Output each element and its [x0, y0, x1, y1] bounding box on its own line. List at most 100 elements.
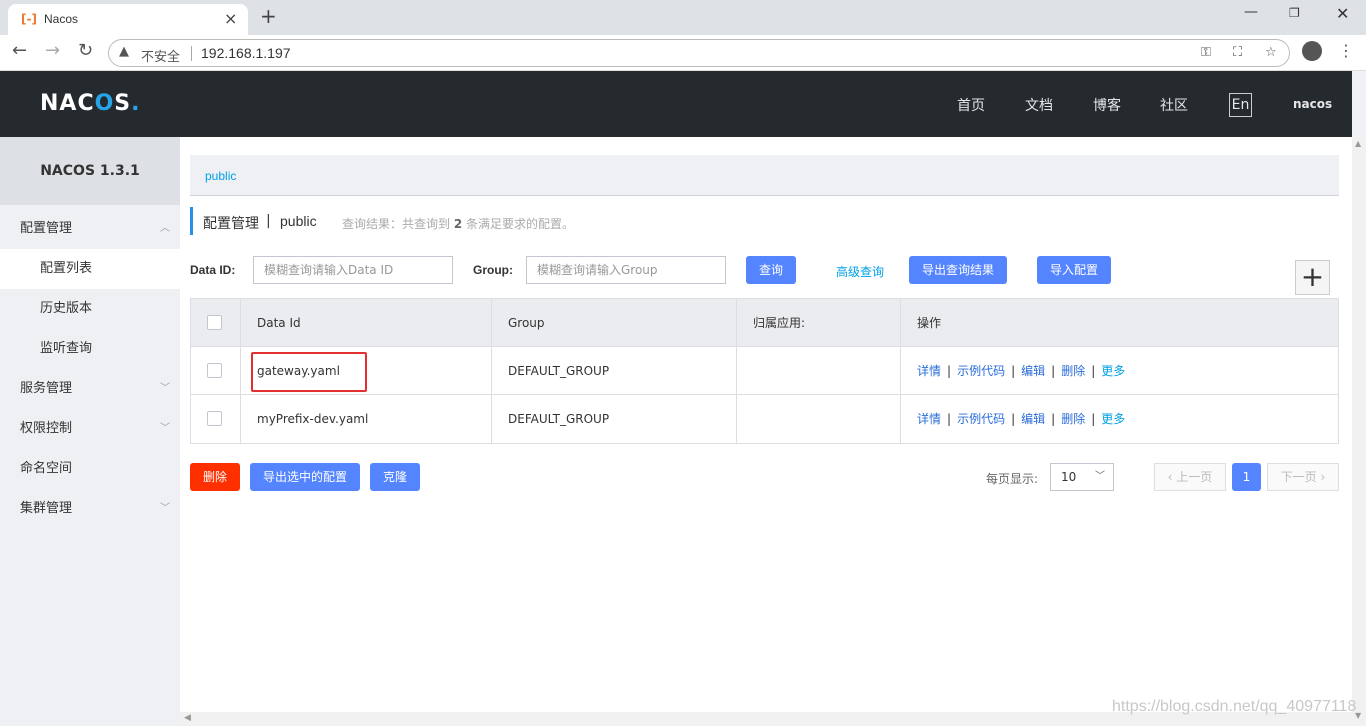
tab-title: Nacos — [44, 12, 79, 26]
security-label[interactable]: 不安全 — [141, 46, 180, 65]
title-separator: | — [266, 213, 271, 229]
nav-community[interactable]: 社区 — [1160, 95, 1188, 115]
edit-link[interactable]: 编辑 — [1021, 412, 1045, 426]
title-accent — [190, 207, 193, 235]
more-link[interactable]: 更多 — [1101, 364, 1125, 378]
address-bar: ← → ↻ ▲ 不安全 192.168.1.197 ⚿ ⛶ ☆ ⋮ — [0, 35, 1366, 71]
scroll-up-icon[interactable]: ▲ — [1355, 139, 1361, 148]
minimize-icon[interactable]: — — [1244, 4, 1258, 20]
main-content: public 配置管理 | public 查询结果：共查询到 2 条满足要求的配… — [180, 137, 1352, 712]
back-icon[interactable]: ← — [12, 40, 27, 61]
chevron-up-icon: ︿ — [160, 223, 170, 234]
delete-link[interactable]: 删除 — [1061, 412, 1085, 426]
delete-link[interactable]: 删除 — [1061, 364, 1085, 378]
new-tab-icon[interactable]: + — [260, 4, 277, 28]
export-selected-button[interactable]: 导出选中的配置 — [250, 463, 360, 491]
warning-icon[interactable]: ▲ — [119, 44, 129, 59]
nacos-favicon-icon: [-] — [21, 12, 37, 26]
translate-icon[interactable]: ⛶ — [1233, 45, 1242, 60]
profile-icon[interactable] — [1302, 41, 1322, 61]
add-config-button[interactable]: + — [1295, 260, 1330, 295]
col-app: 归属应用: — [737, 299, 901, 347]
cell-app — [737, 395, 901, 443]
sidebar: NACOS 1.3.1 配置管理 ︿ 配置列表 历史版本 监听查询 服务管理 ﹀ 权… — [0, 137, 180, 726]
omnibox-divider — [191, 46, 192, 61]
menu-icon[interactable]: ⋮ — [1338, 41, 1354, 60]
table-row: gateway.yaml DEFAULT_GROUP 详情 | 示例代码 | 编辑 | 删除… — [191, 347, 1338, 395]
cell-dataid: myPrefix-dev.yaml — [241, 395, 492, 443]
namespace-link-public[interactable]: public — [205, 169, 236, 183]
chevron-down-icon: ﹀ — [160, 383, 170, 394]
chevron-right-icon: › — [1316, 470, 1326, 484]
browser-tabbar: [-] Nacos × + — ❐ ✕ — [0, 0, 1366, 35]
select-all-checkbox[interactable] — [207, 315, 222, 330]
result-hint: 查询结果：共查询到 2 条满足要求的配置。 — [342, 217, 575, 231]
star-icon[interactable]: ☆ — [1265, 45, 1277, 60]
page-title: 配置管理 — [203, 216, 259, 232]
cell-actions: 详情 | 示例代码 | 编辑 | 删除 | 更多 — [917, 412, 1126, 426]
sidebar-item-namespace[interactable]: 命名空间 — [0, 449, 180, 489]
sample-code-link[interactable]: 示例代码 — [957, 364, 1005, 378]
cell-actions: 详情 | 示例代码 | 编辑 | 删除 | 更多 — [917, 364, 1126, 378]
query-button[interactable]: 查询 — [746, 256, 796, 284]
more-link[interactable]: 更多 — [1101, 412, 1125, 426]
sidebar-item-service-management[interactable]: 服务管理 ﹀ — [0, 369, 180, 409]
sidebar-item-cluster-management[interactable]: 集群管理 ﹀ — [0, 489, 180, 529]
advanced-query-link[interactable]: 高级查询 — [836, 263, 884, 280]
title-namespace: public — [280, 213, 317, 229]
chevron-down-icon: ﹀ — [160, 503, 170, 514]
row-checkbox[interactable] — [207, 411, 222, 426]
vertical-scrollbar[interactable]: ▲ ▼ — [1352, 137, 1366, 726]
next-page-button[interactable]: 下一页 › — [1267, 463, 1339, 491]
key-icon[interactable]: ⚿ — [1201, 45, 1211, 60]
chevron-down-icon: ﹀ — [1095, 471, 1105, 482]
page-1-button[interactable]: 1 — [1232, 463, 1261, 491]
nav-blog[interactable]: 博客 — [1093, 95, 1121, 115]
nav-home[interactable]: 首页 — [957, 95, 985, 115]
sidebar-item-config-management[interactable]: 配置管理 ︿ — [0, 209, 180, 249]
table-row: myPrefix-dev.yaml DEFAULT_GROUP 详情 | 示例代码 |… — [191, 395, 1338, 443]
close-tab-icon[interactable]: × — [224, 9, 237, 28]
detail-link[interactable]: 详情 — [917, 412, 941, 426]
export-results-button[interactable]: 导出查询结果 — [909, 256, 1007, 284]
detail-link[interactable]: 详情 — [917, 364, 941, 378]
window-close-icon[interactable]: ✕ — [1336, 4, 1349, 23]
language-switch[interactable]: En — [1229, 93, 1252, 117]
sidebar-item-config-list[interactable]: 配置列表 — [0, 249, 180, 289]
page-size-select[interactable]: 10 ﹀ — [1050, 463, 1114, 491]
dataid-label: Data ID: — [190, 263, 236, 277]
forward-icon[interactable]: → — [45, 40, 60, 61]
reload-icon[interactable]: ↻ — [78, 40, 93, 61]
nacos-logo[interactable]: NACOS. — [40, 91, 141, 116]
col-dataid: Data Id — [241, 299, 492, 347]
cell-group: DEFAULT_GROUP — [492, 347, 737, 395]
cell-group: DEFAULT_GROUP — [492, 395, 737, 443]
row-checkbox[interactable] — [207, 363, 222, 378]
browser-tab[interactable]: [-] Nacos × — [8, 4, 248, 35]
sidebar-item-access-control[interactable]: 权限控制 ﹀ — [0, 409, 180, 449]
sample-code-link[interactable]: 示例代码 — [957, 412, 1005, 426]
scroll-left-icon[interactable]: ◀ — [184, 713, 191, 723]
prev-page-button[interactable]: ‹ 上一页 — [1154, 463, 1226, 491]
clone-button[interactable]: 克隆 — [370, 463, 420, 491]
col-group: Group — [492, 299, 737, 347]
import-config-button[interactable]: 导入配置 — [1037, 256, 1111, 284]
sidebar-item-history[interactable]: 历史版本 — [0, 289, 180, 329]
edit-link[interactable]: 编辑 — [1021, 364, 1045, 378]
chevron-down-icon: ﹀ — [160, 423, 170, 434]
top-nav: NACOS. 首页 文档 博客 社区 En nacos — [0, 71, 1352, 137]
omnibox[interactable]: ▲ 不安全 192.168.1.197 ⚿ ⛶ ☆ — [108, 39, 1290, 67]
group-label: Group: — [473, 263, 513, 277]
config-table: Data Id Group 归属应用: 操作 gateway.yaml DEFA… — [190, 298, 1339, 444]
sidebar-item-listener-query[interactable]: 监听查询 — [0, 329, 180, 369]
maximize-icon[interactable]: ❐ — [1289, 6, 1300, 20]
namespace-bar: public — [190, 155, 1339, 196]
nav-docs[interactable]: 文档 — [1025, 95, 1053, 115]
url-text[interactable]: 192.168.1.197 — [201, 45, 291, 61]
user-menu[interactable]: nacos — [1293, 97, 1332, 111]
dataid-input[interactable] — [253, 256, 453, 284]
highlight-annotation — [251, 352, 367, 392]
delete-button[interactable]: 删除 — [190, 463, 240, 491]
table-header: Data Id Group 归属应用: 操作 — [191, 299, 1338, 347]
group-input[interactable] — [526, 256, 726, 284]
